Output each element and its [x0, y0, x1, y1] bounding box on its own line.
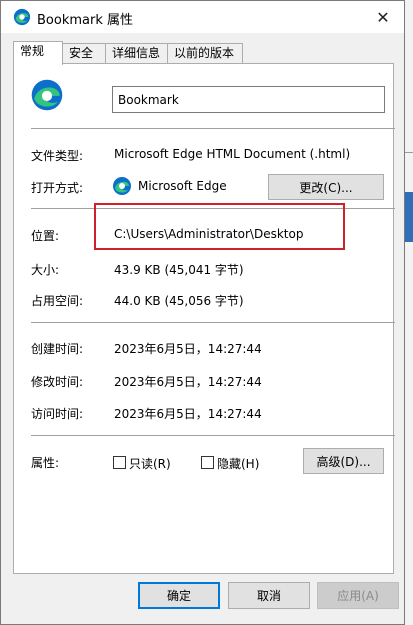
title-bar[interactable]: Bookmark 属性 ✕ — [1, 1, 404, 33]
tab-security[interactable]: 安全 — [62, 43, 106, 64]
apply-button[interactable]: 应用(A) — [317, 582, 399, 609]
tab-previous-versions[interactable]: 以前的版本 — [167, 43, 243, 64]
tab-general[interactable]: 常规 — [13, 41, 63, 65]
file-type-label: 文件类型: — [31, 149, 84, 163]
edge-app-icon — [113, 177, 131, 195]
divider — [31, 128, 395, 129]
size-value: 43.9 KB (45,041 字节) — [114, 263, 244, 277]
file-type-value: Microsoft Edge HTML Document (.html) — [114, 147, 351, 161]
divider — [31, 435, 395, 436]
background-blue-area — [405, 192, 413, 242]
hidden-label: 隐藏(H) — [217, 457, 260, 471]
modified-label: 修改时间: — [31, 375, 84, 389]
hidden-checkbox[interactable] — [201, 456, 214, 469]
edge-icon — [13, 8, 31, 26]
accessed-value: 2023年6月5日，14:27:44 — [114, 407, 262, 421]
location-label: 位置: — [31, 229, 60, 243]
open-with-value: Microsoft Edge — [138, 179, 227, 193]
readonly-label: 只读(R) — [129, 457, 171, 471]
change-button[interactable]: 更改(C)... — [268, 174, 384, 200]
tab-details[interactable]: 详细信息 — [105, 43, 168, 64]
advanced-button[interactable]: 高级(D)... — [303, 448, 384, 474]
close-button[interactable]: ✕ — [368, 4, 398, 30]
modified-value: 2023年6月5日，14:27:44 — [114, 375, 262, 389]
ok-button[interactable]: 确定 — [138, 582, 220, 609]
close-icon: ✕ — [376, 7, 390, 27]
window-title: Bookmark 属性 — [37, 13, 133, 28]
open-with-label: 打开方式: — [31, 181, 84, 195]
readonly-checkbox[interactable] — [113, 456, 126, 469]
file-name-input[interactable] — [112, 86, 385, 113]
file-edge-icon — [31, 79, 63, 111]
created-label: 创建时间: — [31, 342, 84, 356]
divider — [31, 322, 395, 323]
background-window-edge — [405, 0, 413, 625]
created-value: 2023年6月5日，14:27:44 — [114, 342, 262, 356]
properties-dialog: Bookmark 属性 ✕ 常规 安全 详细信息 以前的版本 文件类型: Mic… — [0, 0, 405, 625]
attributes-label: 属性: — [31, 456, 60, 470]
general-panel: 文件类型: Microsoft Edge HTML Document (.htm… — [13, 63, 395, 574]
disk-size-value: 44.0 KB (45,056 字节) — [114, 294, 244, 308]
cancel-button[interactable]: 取消 — [228, 582, 310, 609]
accessed-label: 访问时间: — [31, 407, 84, 421]
size-label: 大小: — [31, 263, 60, 277]
disk-size-label: 占用空间: — [31, 294, 84, 308]
divider — [31, 208, 395, 209]
location-value: C:\Users\Administrator\Desktop — [114, 227, 304, 241]
background-divider — [405, 152, 413, 153]
